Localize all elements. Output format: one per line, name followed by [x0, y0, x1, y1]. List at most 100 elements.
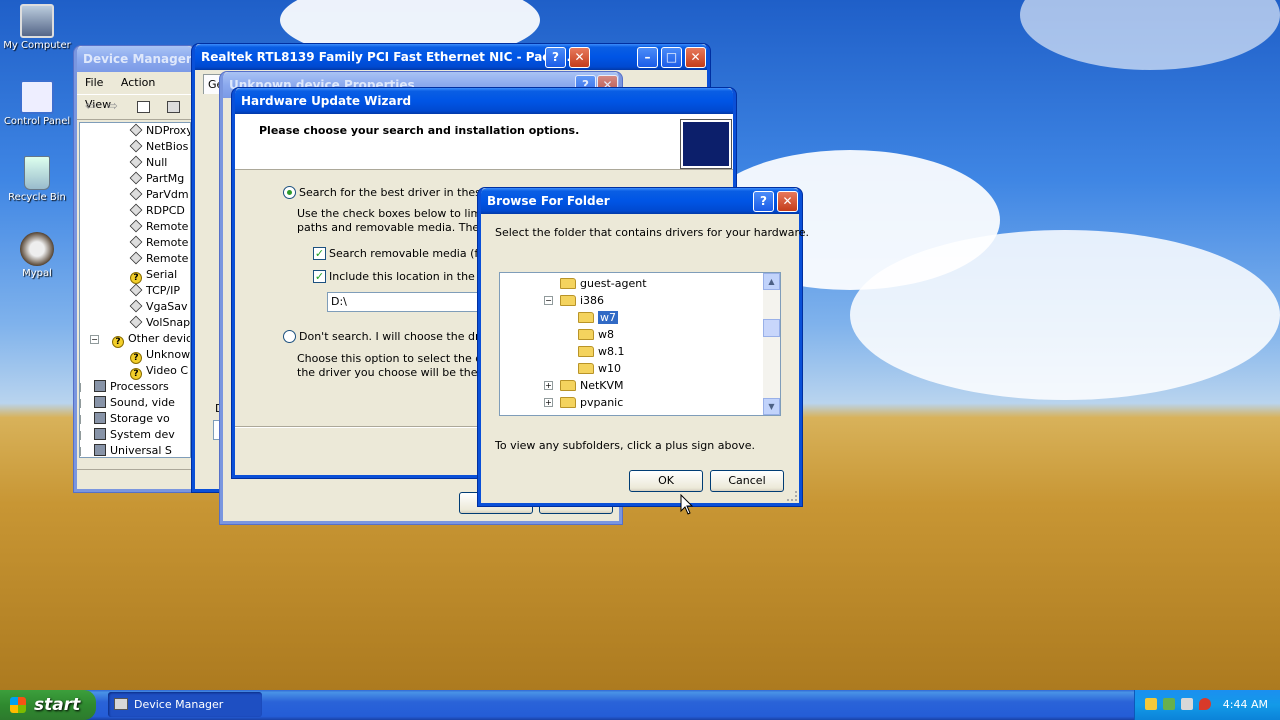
- folder-tree-item[interactable]: NetKVM: [560, 377, 624, 394]
- device-tree-item[interactable]: Remote: [129, 251, 189, 267]
- device-tree-item[interactable]: Processors: [94, 379, 169, 395]
- desktop-icon-mypal[interactable]: Mypal: [0, 232, 74, 279]
- device-tree-item[interactable]: Remote: [129, 235, 188, 251]
- device-tree-item[interactable]: PartMg: [129, 171, 184, 187]
- minimize-button[interactable]: –: [637, 47, 658, 68]
- close-button[interactable]: ✕: [685, 47, 706, 68]
- wizard-titlebar[interactable]: Hardware Update Wizard: [235, 88, 733, 114]
- device-tree-item[interactable]: ParVdm: [129, 187, 189, 203]
- folder-tree-item[interactable]: guest-agent: [560, 275, 647, 292]
- device-tree-item[interactable]: ? Serial: [130, 267, 177, 284]
- device-manager-titlebar[interactable]: Device Manager: [77, 46, 193, 72]
- clock[interactable]: 4:44 AM: [1223, 698, 1268, 711]
- device-tree-item[interactable]: NetBios: [129, 139, 189, 155]
- expand-icon[interactable]: +: [544, 381, 553, 390]
- vertical-scrollbar[interactable]: ▲ ▼: [763, 273, 780, 415]
- browse-ok-button[interactable]: OK: [629, 470, 703, 492]
- scroll-down-button[interactable]: ▼: [763, 398, 780, 415]
- device-icon: [129, 187, 143, 201]
- device-tree-item[interactable]: VgaSav: [129, 299, 187, 315]
- folder-icon: [578, 346, 594, 357]
- device-tree-item[interactable]: Storage vo: [94, 411, 170, 427]
- folder-label: w7: [597, 310, 619, 325]
- expand-icon[interactable]: +: [80, 399, 81, 408]
- device-tree-label: Remote: [146, 252, 189, 265]
- speaker-icon: [94, 396, 106, 408]
- device-tree-item[interactable]: Sound, vide: [94, 395, 175, 411]
- device-tree-item[interactable]: Universal S: [94, 443, 172, 457]
- folder-tree[interactable]: guest-agent i386 − w7 w8 w8.1 w10 NetKVM + pvpani…: [499, 272, 781, 416]
- help-button[interactable]: ?: [545, 47, 566, 68]
- close-button[interactable]: ✕: [777, 191, 798, 212]
- collapse-icon[interactable]: −: [90, 335, 99, 344]
- folder-icon: [578, 329, 594, 340]
- start-label: start: [34, 695, 81, 715]
- scroll-up-button[interactable]: ▲: [763, 273, 780, 290]
- recycle-bin-icon: [24, 156, 50, 190]
- search-option-radio[interactable]: [283, 186, 296, 199]
- folder-tree-item[interactable]: w8: [578, 326, 614, 343]
- folder-icon: [578, 312, 594, 323]
- device-tree-item[interactable]: Remote: [129, 219, 188, 235]
- folder-tree-item[interactable]: w7: [578, 309, 619, 326]
- usb-icon: [94, 444, 106, 456]
- browse-titlebar[interactable]: Browse For Folder ? ✕: [481, 188, 799, 214]
- device-tree-item[interactable]: Null: [129, 155, 167, 171]
- device-tree: NDProxy NetBios Null PartMg ParVdm RDPCD Remot…: [79, 122, 191, 458]
- device-tree-item[interactable]: System dev: [94, 427, 175, 443]
- scroll-thumb[interactable]: [763, 319, 780, 337]
- device-tree-item[interactable]: RDPCD: [129, 203, 185, 219]
- device-tree-item[interactable]: VolSnap: [129, 315, 190, 331]
- device-tree-item[interactable]: ? Video C: [130, 363, 188, 380]
- device-tree-item[interactable]: ? Unknow: [130, 347, 190, 364]
- desktop-icon-my-computer[interactable]: My Computer: [0, 4, 74, 51]
- menu-file[interactable]: File: [85, 76, 103, 89]
- desktop-icon-recycle-bin[interactable]: Recycle Bin: [0, 156, 74, 203]
- taskbar-item-device-manager[interactable]: Device Manager: [108, 692, 262, 717]
- warning-icon: ?: [112, 336, 124, 348]
- computer-icon: [20, 4, 54, 38]
- device-icon: [129, 123, 143, 137]
- folder-tree-item[interactable]: w10: [578, 360, 621, 377]
- safely-remove-icon[interactable]: [1163, 698, 1175, 710]
- device-tree-item[interactable]: TCP/IP: [129, 283, 180, 299]
- folder-label: NetKVM: [580, 379, 624, 392]
- maximize-button[interactable]: □: [661, 47, 682, 68]
- expand-icon[interactable]: +: [80, 447, 81, 456]
- nic-properties-titlebar[interactable]: Realtek RTL8139 Family PCI Fast Ethernet…: [195, 44, 707, 70]
- expand-icon[interactable]: +: [80, 431, 81, 440]
- volume-icon[interactable]: [1181, 698, 1193, 710]
- network-icon[interactable]: [1145, 698, 1157, 710]
- help-button[interactable]: ?: [753, 191, 774, 212]
- close-button[interactable]: ✕: [569, 47, 590, 68]
- removable-media-checkbox[interactable]: ✓: [313, 247, 326, 260]
- cpu-icon: [94, 380, 106, 392]
- dont-search-radio[interactable]: [283, 330, 296, 343]
- desktop-icon-control-panel[interactable]: Control Panel: [0, 80, 74, 127]
- browse-cancel-button[interactable]: Cancel: [710, 470, 784, 492]
- folder-tree-item[interactable]: pvpanic: [560, 394, 623, 411]
- device-tree-item[interactable]: NDProxy: [129, 123, 190, 139]
- menu-action[interactable]: Action: [121, 76, 155, 89]
- include-location-checkbox[interactable]: ✓: [313, 270, 326, 283]
- wizard-heading: Please choose your search and installati…: [259, 124, 580, 137]
- expand-icon[interactable]: +: [80, 383, 81, 392]
- folder-tree-item[interactable]: w8.1: [578, 343, 625, 360]
- expand-icon[interactable]: +: [544, 398, 553, 407]
- print-icon[interactable]: [167, 101, 180, 113]
- forward-arrow-icon[interactable]: ⇨: [107, 99, 118, 114]
- start-button[interactable]: start: [0, 690, 96, 720]
- device-manager-icon: [114, 698, 128, 710]
- security-alert-icon[interactable]: [1199, 698, 1211, 710]
- device-tree-label: RDPCD: [146, 204, 185, 217]
- resize-grip-icon[interactable]: [787, 491, 797, 501]
- device-tree-item[interactable]: ? Other devic: [112, 331, 190, 348]
- folder-tree-item[interactable]: i386: [560, 292, 604, 309]
- expand-icon[interactable]: +: [80, 415, 81, 424]
- back-arrow-icon[interactable]: ⇦: [85, 99, 96, 114]
- browse-title: Browse For Folder: [487, 194, 610, 208]
- device-tree-label: NetBios: [146, 140, 189, 153]
- path-combobox[interactable]: D:\: [327, 292, 487, 312]
- collapse-icon[interactable]: −: [544, 296, 553, 305]
- properties-icon[interactable]: [137, 101, 150, 113]
